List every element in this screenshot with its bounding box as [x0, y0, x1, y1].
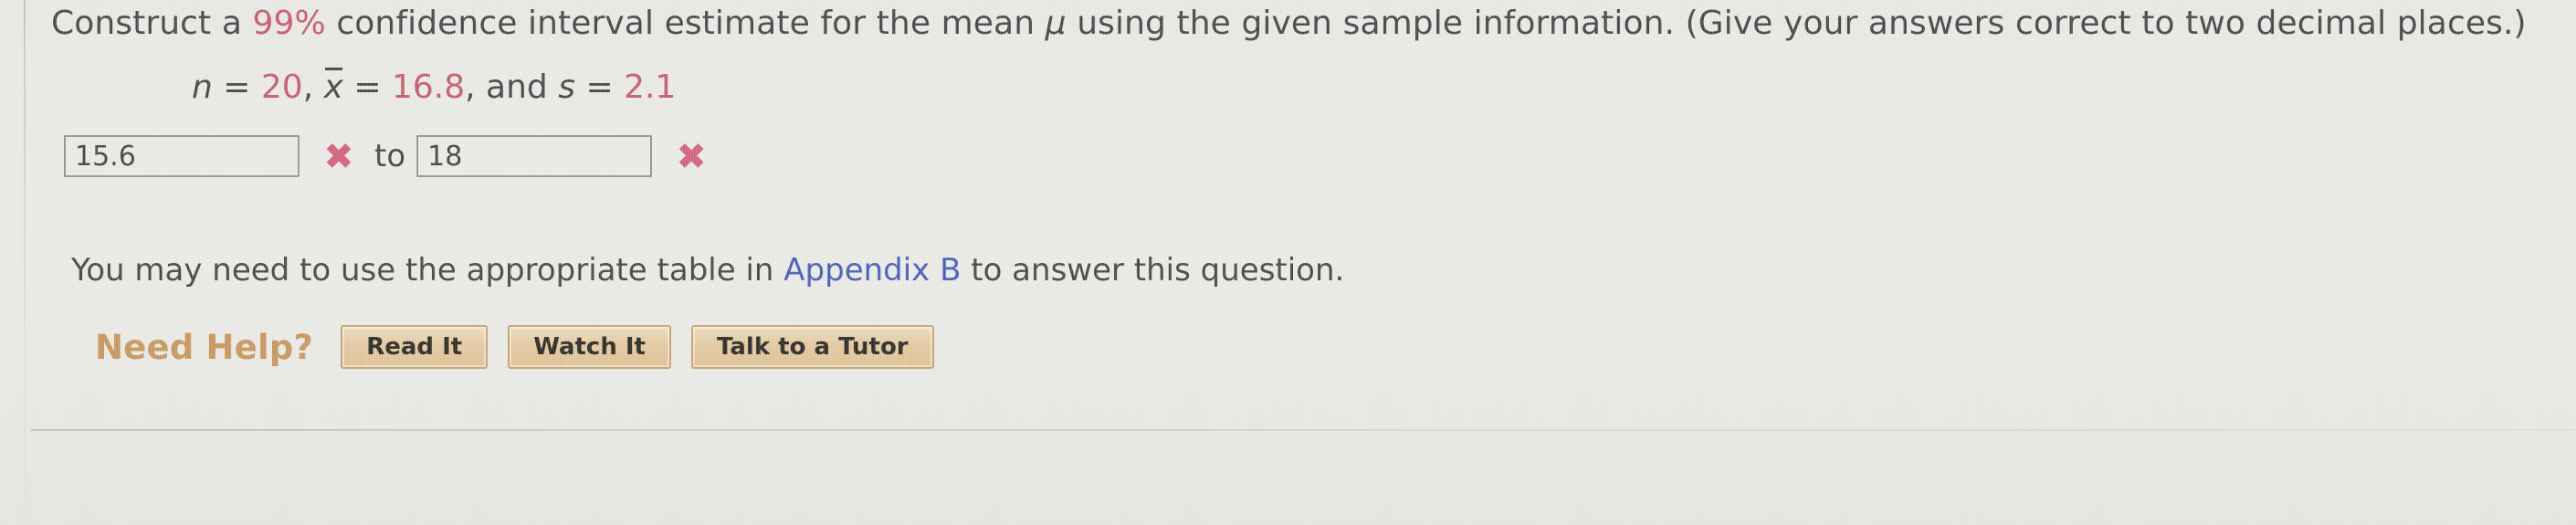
appendix-b-link[interactable]: Appendix B [783, 252, 961, 289]
confidence-level-value: 99% [252, 5, 326, 42]
prompt-text-part1: Construct a [51, 5, 253, 42]
upper-bound-incorrect-icon: ✖ [676, 136, 707, 178]
exercise-screen: Construct a 99% confidence interval esti… [0, 0, 2576, 525]
prompt-text-part2: confidence interval estimate for the mea… [325, 5, 1046, 42]
equals-sign-xbar: = [353, 68, 382, 106]
comma-separator-1: , [302, 68, 324, 106]
x-bar-value: 16.8 [392, 68, 466, 106]
answer-input-row: ✖ to ✖ [64, 135, 723, 177]
n-symbol: n [192, 68, 213, 106]
appendix-note-text-before: You may need to use the appropriate tabl… [71, 252, 784, 289]
prompt-text-part3: using the given sample information. (Giv… [1066, 5, 2527, 42]
range-separator-label: to [374, 138, 406, 174]
equals-sign-n: = [223, 68, 251, 106]
need-help-row: Need Help? Read It Watch It Talk to a Tu… [95, 325, 954, 369]
s-value: 2.1 [624, 68, 677, 106]
equals-sign-s: = [585, 68, 614, 106]
upper-bound-input[interactable] [416, 135, 653, 177]
talk-to-a-tutor-button[interactable]: Talk to a Tutor [691, 325, 934, 369]
problem-prompt: Construct a 99% confidence interval esti… [51, 7, 2527, 40]
n-value: 20 [260, 68, 303, 106]
and-text: , and [465, 68, 559, 106]
lower-bound-input[interactable] [64, 135, 300, 177]
appendix-note-text-after: to answer this question. [961, 252, 1345, 289]
left-panel-divider [24, 0, 26, 525]
appendix-note: You may need to use the appropriate tabl… [71, 252, 1344, 289]
s-symbol: s [558, 68, 575, 106]
watch-it-button[interactable]: Watch It [508, 325, 671, 369]
need-help-label: Need Help? [95, 327, 314, 367]
given-sample-information: n = 20, x = 16.8, and s = 2.1 [192, 68, 677, 106]
read-it-button[interactable]: Read It [341, 325, 489, 369]
mu-symbol: μ [1045, 5, 1067, 42]
lower-bound-incorrect-icon: ✖ [323, 136, 354, 178]
x-bar-symbol: x [323, 68, 343, 106]
exercise-bottom-divider [31, 429, 2576, 431]
